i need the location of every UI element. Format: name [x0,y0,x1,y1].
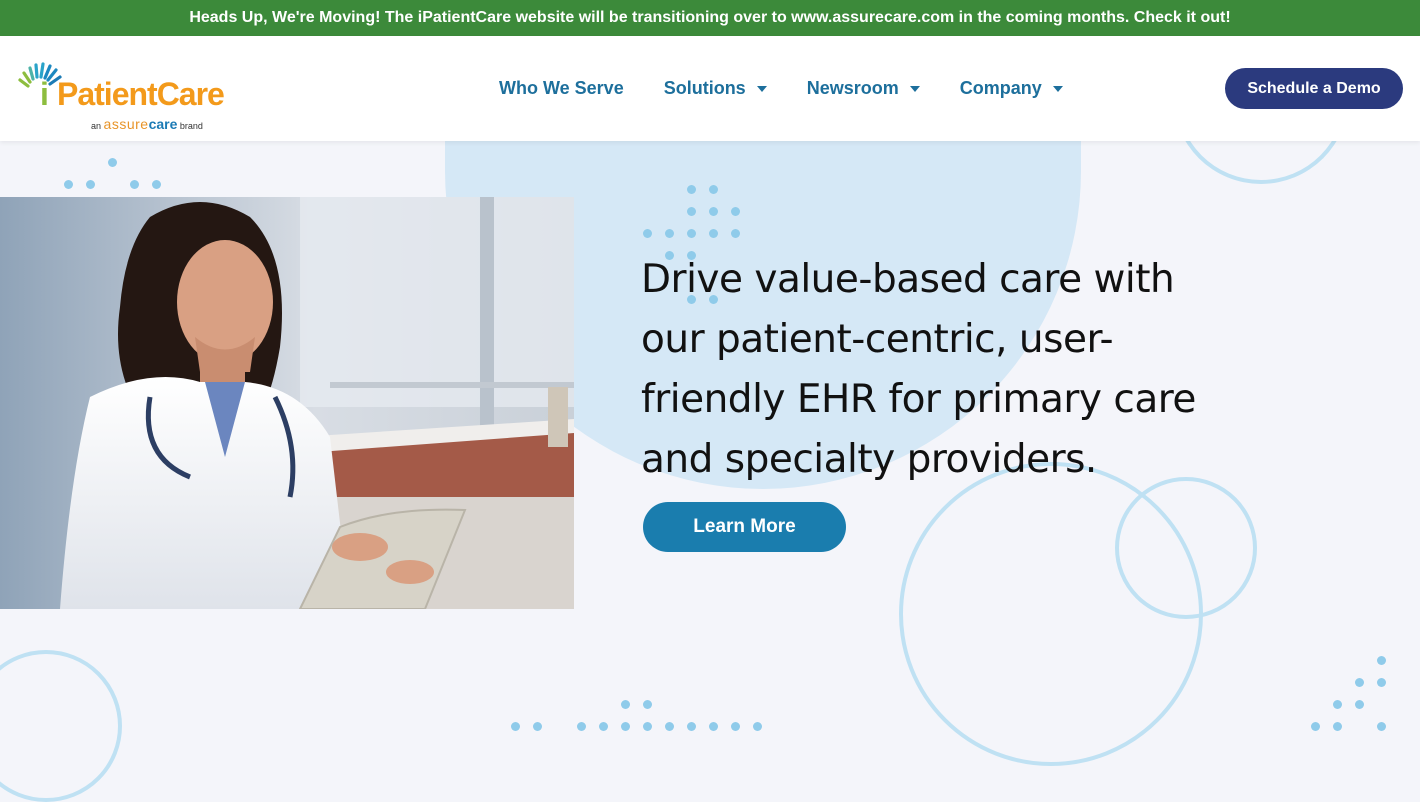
ipatientcare-logo[interactable]: i PatientCare an assurecare brand [18,52,238,132]
hero-image-doctor-with-tablet [0,197,574,609]
main-nav: Who We Serve Solutions Newsroom Company [499,36,1103,141]
nav-item-label: Company [959,78,1042,98]
logo-tagline: an assurecare brand [91,116,203,132]
nav-item-who-we-serve[interactable]: Who We Serve [499,78,624,99]
learn-more-button[interactable]: Learn More [643,502,846,552]
nav-item-label: Solutions [663,78,746,98]
hero-headline: Drive value-based care with our patient-… [641,257,1196,482]
nav-item-newsroom[interactable]: Newsroom [807,78,920,99]
decorative-ring [1115,477,1257,619]
logo-tagline-assure: assure [103,116,149,132]
chevron-down-icon [756,85,767,92]
announcement-text[interactable]: Heads Up, We're Moving! The iPatientCare… [189,9,1230,27]
logo-wordmark: PatientCare [57,76,225,112]
chevron-down-icon [1052,85,1063,92]
logo-tagline-suffix: brand [179,121,203,131]
logo-letter-i: i [40,76,49,112]
chevron-down-icon [909,85,920,92]
logo-tagline-care: care [148,116,178,132]
logo-tagline-prefix: an [91,121,102,131]
decorative-ring [0,650,122,802]
schedule-demo-button[interactable]: Schedule a Demo [1225,68,1403,109]
nav-item-label: Who We Serve [499,78,624,98]
announcement-bar[interactable]: Heads Up, We're Moving! The iPatientCare… [0,0,1420,36]
nav-item-company[interactable]: Company [960,78,1063,99]
site-header: i PatientCare an assurecare brand Who We… [0,36,1420,141]
nav-item-label: Newsroom [806,78,899,98]
nav-item-solutions[interactable]: Solutions [664,78,767,99]
